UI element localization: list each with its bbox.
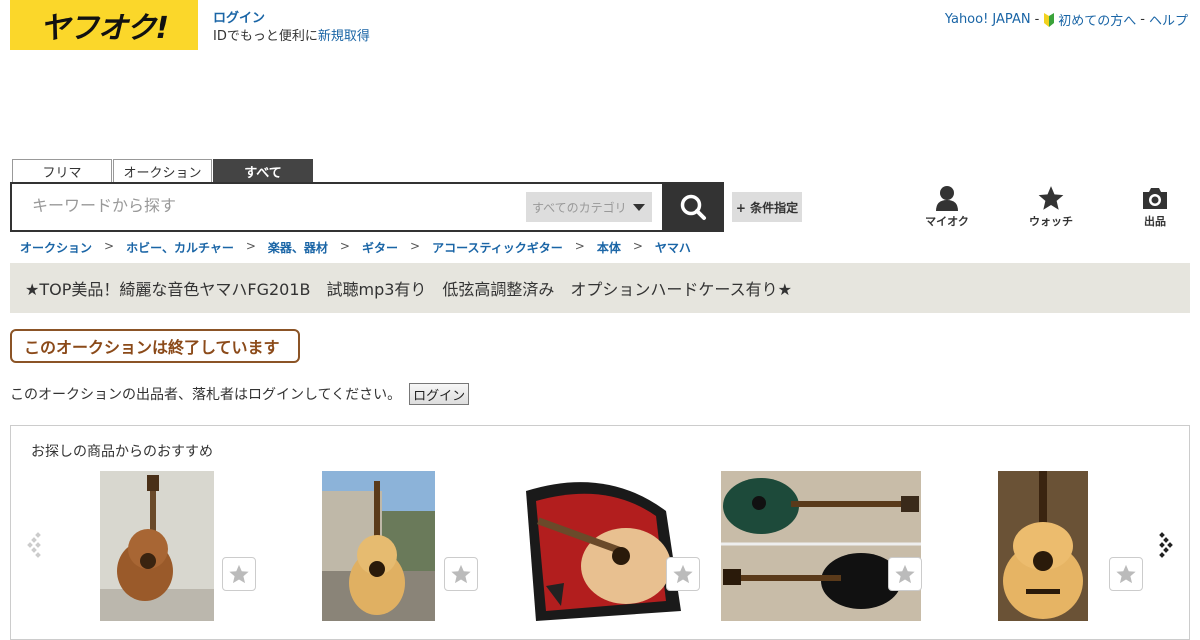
- watch-button[interactable]: ウォッチ: [999, 185, 1103, 229]
- breadcrumb-item[interactable]: アコースティックギター: [432, 239, 563, 256]
- item-title-bar: ★TOP美品！綺麗な音色ヤマハFG201B 試聴mp3有り 低弦高調整済み オプ…: [10, 263, 1190, 313]
- tab-auction[interactable]: オークション: [113, 159, 212, 183]
- star-icon: [895, 564, 915, 584]
- condition-button[interactable]: + 条件指定: [732, 192, 802, 222]
- yahuoku-logo[interactable]: ヤフオク!: [10, 0, 198, 50]
- top-sep: -: [1140, 12, 1145, 27]
- site-header: ヤフオク! ログイン IDでもっと便利に新規取得 Yahoo! JAPAN - …: [0, 0, 1200, 60]
- watch-star-button[interactable]: [1109, 557, 1143, 591]
- breadcrumb-sep: >: [574, 239, 585, 253]
- star-icon: [1038, 186, 1064, 210]
- search-box: すべてのカテゴリ: [10, 182, 724, 232]
- recommend-item-image[interactable]: [721, 471, 921, 621]
- watch-star-button[interactable]: [222, 557, 256, 591]
- user-menu: マイオク ウォッチ 出品: [895, 185, 1200, 229]
- tab-all[interactable]: すべて: [213, 159, 313, 183]
- help-link[interactable]: ヘルプ: [1149, 10, 1188, 29]
- star-icon: [451, 564, 471, 584]
- breadcrumb-sep: >: [104, 239, 115, 253]
- star-icon: [1116, 564, 1136, 584]
- login-button[interactable]: ログイン: [409, 383, 470, 405]
- beginner-mark-icon: [1044, 13, 1055, 27]
- login-link[interactable]: ログイン: [213, 11, 265, 26]
- top-sep: -: [1034, 12, 1040, 27]
- breadcrumb-item[interactable]: ヤマハ: [655, 239, 691, 256]
- auction-ended-badge: このオークションは終了しています: [10, 329, 300, 363]
- watch-star-button[interactable]: [888, 557, 922, 591]
- tab-furima[interactable]: フリマ: [12, 159, 112, 183]
- signup-link[interactable]: 新規取得: [318, 29, 370, 44]
- breadcrumb-item[interactable]: 楽器、器材: [268, 239, 328, 256]
- seller-login-note: このオークションの出品者、落札者はログインしてください。 ログイン: [10, 383, 470, 405]
- search-button[interactable]: [662, 182, 724, 232]
- myauc-button[interactable]: マイオク: [895, 185, 999, 229]
- search-tabs: フリマ オークション すべて: [12, 159, 314, 183]
- breadcrumb-item[interactable]: ギター: [362, 239, 398, 256]
- carousel-prev-icon[interactable]: [26, 531, 46, 561]
- search-input[interactable]: [12, 185, 526, 229]
- breadcrumb-sep: >: [632, 239, 643, 253]
- recommend-item-image[interactable]: [998, 471, 1088, 621]
- sell-button[interactable]: 出品: [1103, 185, 1200, 229]
- category-label: すべてのカテゴリ: [532, 200, 627, 215]
- camera-icon: [1143, 188, 1167, 209]
- recommend-section: お探しの商品からのおすすめ: [10, 425, 1190, 640]
- breadcrumb-item[interactable]: 本体: [597, 239, 621, 256]
- top-links: Yahoo! JAPAN - 初めての方へ - ヘルプ: [945, 10, 1188, 29]
- beginner-label: 初めての方へ: [1058, 14, 1137, 29]
- login-box: ログイン IDでもっと便利に新規取得: [213, 10, 370, 46]
- breadcrumb: オークション > ホビー、カルチャー > 楽器、器材 > ギター > アコースティックギ…: [20, 239, 691, 256]
- watch-star-button[interactable]: [444, 557, 478, 591]
- category-select[interactable]: すべてのカテゴリ: [526, 192, 652, 222]
- chevron-down-icon: [632, 203, 645, 211]
- breadcrumb-item[interactable]: ホビー、カルチャー: [126, 239, 234, 256]
- seller-login-text: このオークションの出品者、落札者はログインしてください。: [10, 387, 402, 403]
- yahoo-japan-link[interactable]: Yahoo! JAPAN: [945, 12, 1031, 27]
- login-note: IDでもっと便利に: [213, 29, 318, 44]
- breadcrumb-item[interactable]: オークション: [20, 239, 92, 256]
- beginner-link[interactable]: 初めての方へ: [1043, 10, 1136, 29]
- breadcrumb-sep: >: [339, 239, 350, 253]
- sell-label: 出品: [1144, 215, 1166, 228]
- recommend-item-image[interactable]: [322, 471, 435, 621]
- recommend-item-image[interactable]: [516, 471, 684, 621]
- person-icon: [936, 186, 958, 211]
- carousel-next-icon[interactable]: [1156, 531, 1176, 561]
- page-title: ★TOP美品！綺麗な音色ヤマハFG201B 試聴mp3有り 低弦高調整済み オプ…: [25, 280, 792, 299]
- star-icon: [229, 564, 249, 584]
- watch-label: ウォッチ: [1029, 215, 1073, 228]
- watch-star-button[interactable]: [666, 557, 700, 591]
- myauc-label: マイオク: [925, 215, 969, 228]
- recommend-title: お探しの商品からのおすすめ: [31, 444, 213, 460]
- breadcrumb-sep: >: [410, 239, 421, 253]
- star-icon: [673, 564, 693, 584]
- breadcrumb-sep: >: [245, 239, 256, 253]
- search-icon: [680, 194, 706, 220]
- recommend-item-image[interactable]: [100, 471, 214, 621]
